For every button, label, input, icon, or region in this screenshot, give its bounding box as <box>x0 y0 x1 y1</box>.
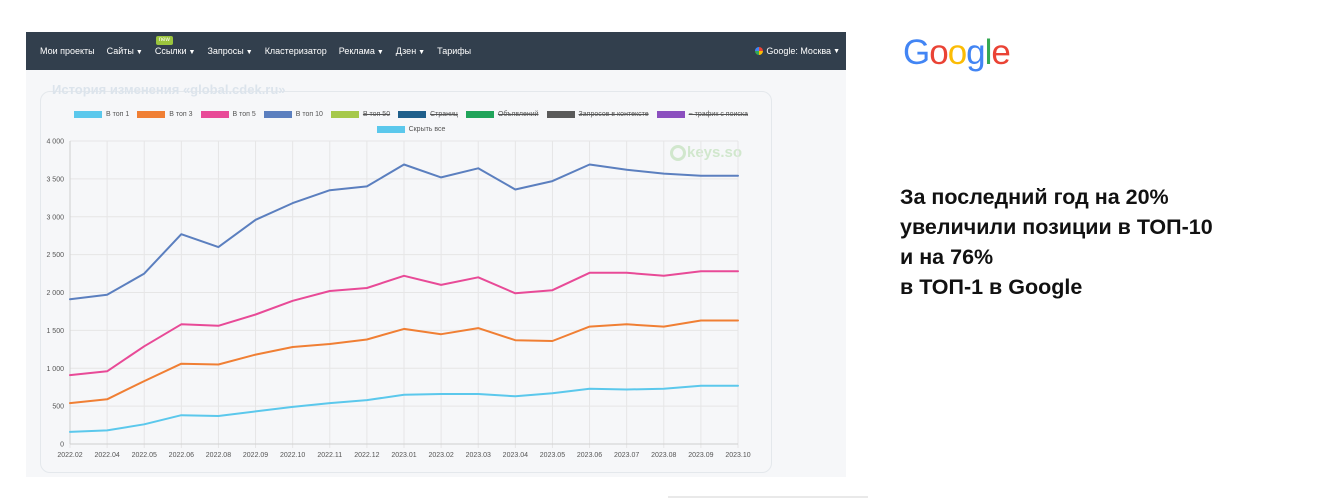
x-tick-label: 2022.12 <box>354 452 379 459</box>
divider <box>668 496 868 498</box>
y-tick-label: 1 000 <box>46 366 64 373</box>
logo-letter: o <box>947 33 967 72</box>
google-logo: Google <box>903 33 1011 73</box>
headline-line: и на 76% <box>900 245 994 269</box>
x-tick-label: 2022.04 <box>94 452 119 459</box>
logo-letter: g <box>966 33 985 72</box>
y-tick-label: 2 000 <box>46 290 64 297</box>
y-tick-label: 1 500 <box>46 328 64 335</box>
logo-letter: G <box>903 33 930 72</box>
headline-line: в ТОП-1 в Google <box>900 275 1083 299</box>
x-tick-label: 2023.03 <box>466 452 491 459</box>
logo-letter: o <box>929 33 948 72</box>
x-tick-label: 2022.10 <box>280 452 305 459</box>
x-tick-label: 2023.09 <box>688 452 713 459</box>
seo-dashboard-panel: Мои проекты Сайты ▼ new Ссылки ▼ Запросы ▼ К… <box>26 32 846 477</box>
headline-line: увеличили позиции в ТОП-10 <box>900 215 1213 239</box>
x-tick-label: 2023.01 <box>391 452 416 459</box>
y-tick-label: 500 <box>52 404 64 411</box>
y-tick-label: 0 <box>60 442 64 449</box>
x-tick-label: 2023.06 <box>577 452 602 459</box>
x-tick-label: 2023.08 <box>651 452 676 459</box>
y-tick-label: 2 500 <box>46 252 64 259</box>
y-tick-label: 4 000 <box>46 139 64 146</box>
x-tick-label: 2022.06 <box>169 452 194 459</box>
x-tick-label: 2022.11 <box>317 452 342 459</box>
logo-letter: e <box>991 33 1010 72</box>
x-tick-label: 2022.02 <box>57 452 82 459</box>
x-tick-label: 2023.02 <box>428 452 453 459</box>
x-tick-label: 2023.05 <box>540 452 565 459</box>
headline: За последний год на 20% увеличили позици… <box>900 182 1335 302</box>
x-tick-label: 2023.10 <box>725 452 750 459</box>
x-tick-label: 2022.09 <box>243 452 268 459</box>
headline-line: За последний год на 20% <box>900 185 1169 209</box>
x-tick-label: 2023.07 <box>614 452 639 459</box>
line-chart: 0 500 1 000 1 500 2 000 2 500 3 000 3 500 4 000 2… <box>46 139 750 460</box>
x-tick-label: 2023.04 <box>503 452 528 459</box>
y-tick-label: 3 500 <box>46 176 64 183</box>
y-tick-label: 3 000 <box>46 214 64 221</box>
x-tick-label: 2022.05 <box>132 452 157 459</box>
x-tick-label: 2022.08 <box>206 452 231 459</box>
